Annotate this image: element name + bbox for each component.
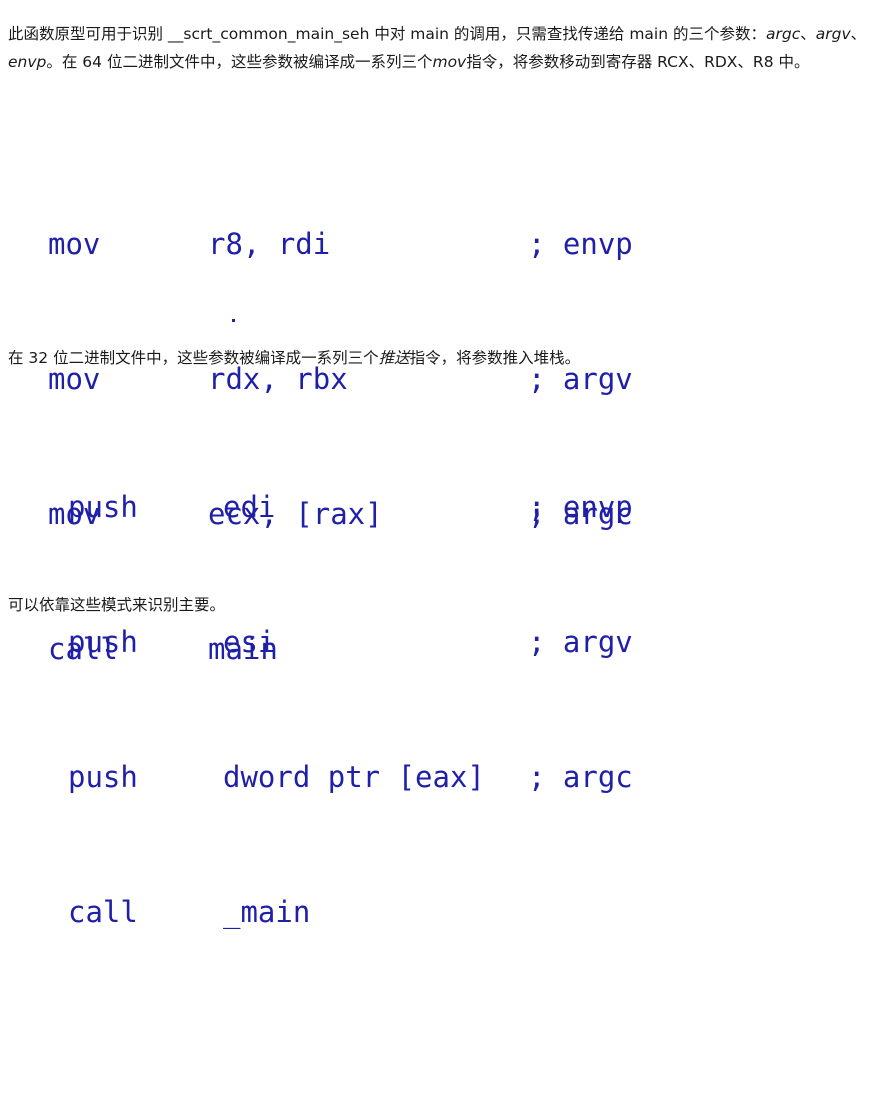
intro-text-a: 此函数原型可用于识别 __scrt_common_main_seh 中对 mai… [8,25,766,43]
code-line: call _main [68,890,748,935]
intro-paragraph: 此函数原型可用于识别 __scrt_common_main_seh 中对 mai… [8,20,886,76]
code-comment: ; argc [528,760,633,794]
argc-term: argc [766,25,801,43]
code-block-64bit: mov r8, rdi ; envp mov rdx, rbx ; argv m… [48,132,728,666]
code-opcode: mov [48,227,101,261]
intro-text-b: 。在 64 位二进制文件中，这些参数被编译成一系列三个 [46,53,433,71]
code-comment: ; envp [528,227,633,261]
code-comment: ; argv [528,625,633,659]
intro-text-c: 指令，将参数移动到寄存器 RCX、RDX、R8 中。 [466,53,810,71]
push-term: 推送 [378,349,410,367]
code-opcode: push [68,760,138,794]
code-operands: edi [223,490,276,524]
code-comment: ; envp [528,490,633,524]
code-line: push edi ; envp [68,485,748,530]
code-operands: dword ptr [eax] [223,760,485,794]
separator: 、 [800,25,816,43]
mov-term: mov [432,53,467,71]
code-opcode: push [68,490,138,524]
closing-paragraph: 可以依靠这些模式来识别主要。 [8,596,226,614]
cropped-text-fragment [232,319,235,322]
code-line: mov r8, rdi ; envp [48,222,728,267]
argv-term: argv [815,25,851,43]
code-opcode: call [68,895,138,929]
code-line: push esi ; argv [68,620,748,665]
push-text-b: 指令，将参数推入堆栈。 [409,349,581,367]
code-operands: r8, rdi [208,227,331,261]
separator: 、 [850,25,867,43]
code-operands: _main [223,895,311,929]
code-block-32bit: push edi ; envp push esi ; argv push dwo… [68,395,748,929]
push-text-a: 在 32 位二进制文件中，这些参数被编译成一系列三个 [8,349,379,367]
code-operands: esi [223,625,276,659]
push-paragraph: 在 32 位二进制文件中，这些参数被编译成一系列三个推送指令，将参数推入堆栈。 [8,344,886,372]
code-opcode: push [68,625,138,659]
envp-term: envp [8,53,47,71]
code-line: push dword ptr [eax] ; argc [68,755,748,800]
